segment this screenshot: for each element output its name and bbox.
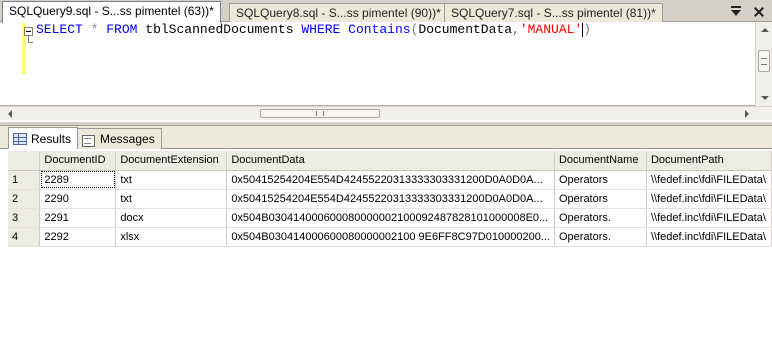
outline-end: [28, 42, 33, 43]
tab-sqlquery9[interactable]: SQLQuery9.sql - S...ss pimentel (63))*: [2, 1, 221, 23]
results-grid: DocumentID DocumentExtension DocumentDat…: [8, 151, 772, 247]
table-name: tblScannedDocuments: [145, 22, 294, 37]
cell-documentextension[interactable]: docx: [115, 208, 228, 228]
row-number[interactable]: 3: [8, 208, 41, 228]
tab-messages-label: Messages: [100, 132, 155, 146]
table-row[interactable]: 3 2291 docx 0x504B0304140006000800000021…: [8, 208, 772, 228]
tab-results[interactable]: Results: [8, 127, 79, 149]
cell-documentextension[interactable]: txt: [115, 189, 228, 209]
cell-documentname[interactable]: Operators: [554, 189, 647, 209]
document-tab-strip: SQLQuery9.sql - S...ss pimentel (63))* S…: [0, 0, 772, 23]
row-number[interactable]: 4: [8, 227, 41, 247]
editor-horizontal-scrollbar[interactable]: [0, 106, 772, 120]
paren-close: ): [583, 22, 592, 37]
cell-documentname[interactable]: Operators.: [554, 208, 647, 228]
comma: ,: [512, 22, 520, 37]
editor-vertical-scrollbar[interactable]: [755, 22, 772, 106]
cell-documentdata[interactable]: 0x504B030414000600080000002100 9E6FF8C97…: [226, 227, 555, 247]
horizontal-scroll-thumb[interactable]: [260, 109, 380, 118]
column-name: DocumentData: [418, 22, 513, 37]
cell-documentid[interactable]: 2290: [39, 189, 117, 209]
string-literal: 'MANUAL': [519, 22, 583, 37]
operator-star: *: [90, 22, 99, 37]
keyword-where: WHERE: [301, 22, 341, 37]
sql-code-line[interactable]: SELECT * FROM tblScannedDocuments WHERE …: [36, 22, 591, 38]
row-number[interactable]: 1: [8, 170, 41, 190]
row-number[interactable]: 2: [8, 189, 41, 209]
scroll-up-arrow-icon[interactable]: [761, 28, 769, 32]
tab-results-label: Results: [31, 131, 72, 146]
scroll-right-arrow-icon[interactable]: [745, 110, 749, 118]
cell-documentextension[interactable]: txt: [115, 170, 228, 190]
cell-documentid[interactable]: 2292: [39, 227, 117, 247]
scroll-down-arrow-icon[interactable]: [761, 96, 769, 100]
query-editor[interactable]: SELECT * FROM tblScannedDocuments WHERE …: [0, 22, 772, 120]
column-header-documentname[interactable]: DocumentName: [554, 151, 647, 171]
cell-documentid[interactable]: 2289: [39, 170, 117, 190]
grid-header-row: DocumentID DocumentExtension DocumentDat…: [8, 151, 772, 171]
column-header-documentextension[interactable]: DocumentExtension: [115, 151, 228, 171]
column-header-documentpath[interactable]: DocumentPath: [646, 151, 772, 171]
table-row[interactable]: 1 2289 txt 0x50415254204E554D42455220313…: [8, 170, 772, 190]
cell-documentdata[interactable]: 0x504B0304140006000800000021000924878281…: [226, 208, 555, 228]
cell-documentname[interactable]: Operators.: [554, 227, 647, 247]
results-grid-icon: [13, 132, 27, 145]
table-row[interactable]: 2 2290 txt 0x50415254204E554D42455220313…: [8, 189, 772, 209]
cell-documentpath[interactable]: \\fedef.inc\fdi\FILEData\: [646, 189, 772, 209]
column-header-documentid[interactable]: DocumentID: [39, 151, 117, 171]
cell-documentpath[interactable]: \\fedef.inc\fdi\FILEData\: [646, 227, 772, 247]
results-tab-strip: Results Messages: [0, 126, 772, 149]
results-grid-area: DocumentID DocumentExtension DocumentDat…: [0, 149, 772, 359]
table-row[interactable]: 4 2292 xlsx 0x504B0304140006000800000021…: [8, 227, 772, 247]
scroll-left-arrow-icon[interactable]: [8, 110, 12, 118]
cell-documentpath[interactable]: \\fedef.inc\fdi\FILEData\: [646, 208, 772, 228]
cell-documentname[interactable]: Operators: [554, 170, 647, 190]
outline-collapse-icon[interactable]: [24, 27, 33, 36]
tab-messages[interactable]: Messages: [77, 128, 162, 149]
messages-icon: [82, 133, 96, 147]
tab-sqlquery7[interactable]: SQLQuery7.sql - S...ss pimentel (81))*: [444, 3, 663, 22]
tab-controls: [730, 3, 766, 20]
tab-list-dropdown-icon[interactable]: [730, 5, 744, 19]
cell-documentpath[interactable]: \\fedef.inc\fdi\FILEData\: [646, 170, 772, 190]
cell-documentextension[interactable]: xlsx: [115, 227, 228, 247]
cell-documentdata[interactable]: 0x50415254204E554D4245522031333330333120…: [226, 170, 555, 190]
tab-sqlquery8[interactable]: SQLQuery8.sql - S...ss pimentel (90))*: [229, 3, 448, 22]
close-tab-icon[interactable]: [752, 5, 766, 19]
cell-documentdata[interactable]: 0x50415254204E554D4245522031333330333120…: [226, 189, 555, 209]
keyword-select: SELECT: [36, 22, 83, 37]
column-header-rownum[interactable]: [8, 151, 41, 171]
vertical-scroll-thumb[interactable]: [758, 50, 770, 72]
function-contains: Contains: [348, 22, 411, 37]
column-header-documentdata[interactable]: DocumentData: [226, 151, 555, 171]
cell-documentid[interactable]: 2291: [39, 208, 117, 228]
keyword-from: FROM: [106, 22, 138, 37]
